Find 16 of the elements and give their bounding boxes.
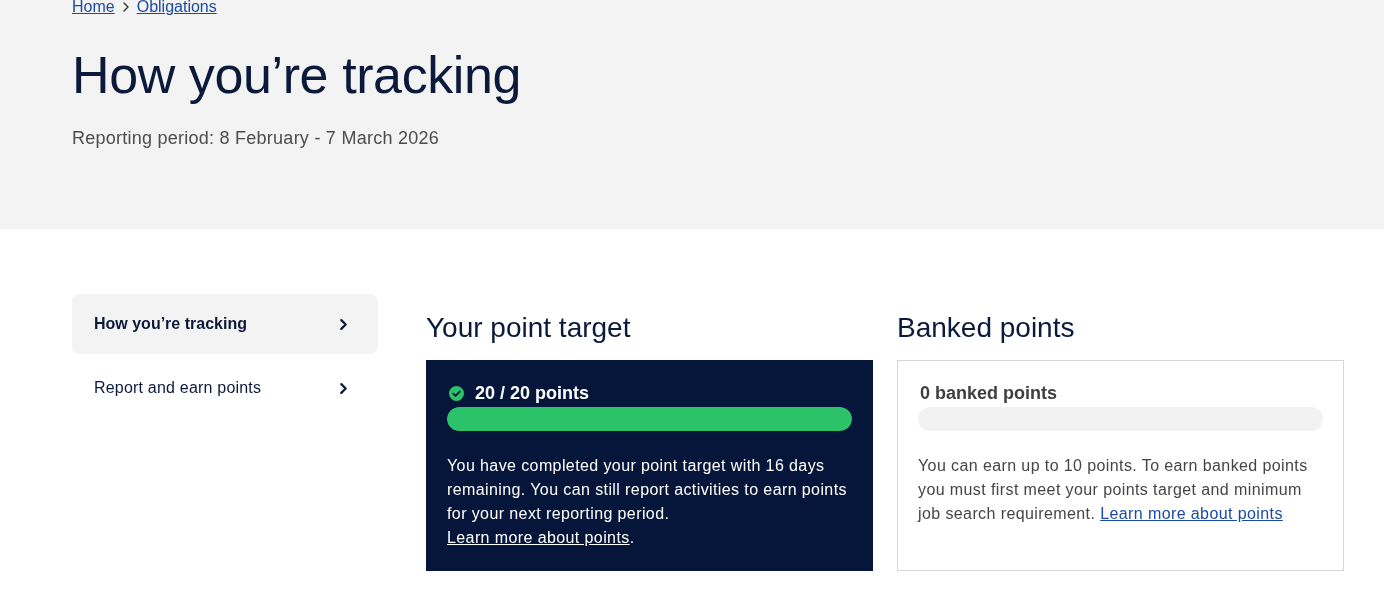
sidebar-item[interactable]: Report and earn points — [72, 358, 378, 418]
learn-more-link[interactable]: Learn more about points — [1100, 505, 1283, 522]
page-title: How you’re tracking — [72, 45, 522, 105]
sidebar-item[interactable]: How you’re tracking — [72, 294, 378, 354]
breadcrumb-link[interactable]: Obligations — [136, 0, 217, 15]
learn-more-link[interactable]: Learn more about points — [447, 529, 630, 546]
breadcrumb-link[interactable]: Home — [72, 0, 115, 15]
points-label: 20 / 20 points — [475, 382, 590, 405]
card-description: You can earn up to 10 points. To earn banked points you must first meet your points target and minimum job search requirement. Learn more about points — [918, 456, 1309, 524]
section-heading: Your point target — [426, 311, 632, 345]
section-heading: Banked points — [897, 311, 1076, 345]
chevron-right-icon — [338, 382, 349, 394]
card-description: You have completed your point target with 16 days remaining. You can still report activities to earn points for your next reporting period. Learn more about points. — [447, 456, 848, 548]
reporting-period: Reporting period: 8 February - 7 March 2026 — [72, 127, 439, 150]
chevron-right-icon — [338, 318, 349, 330]
points-label: 0 banked points — [920, 382, 1058, 405]
